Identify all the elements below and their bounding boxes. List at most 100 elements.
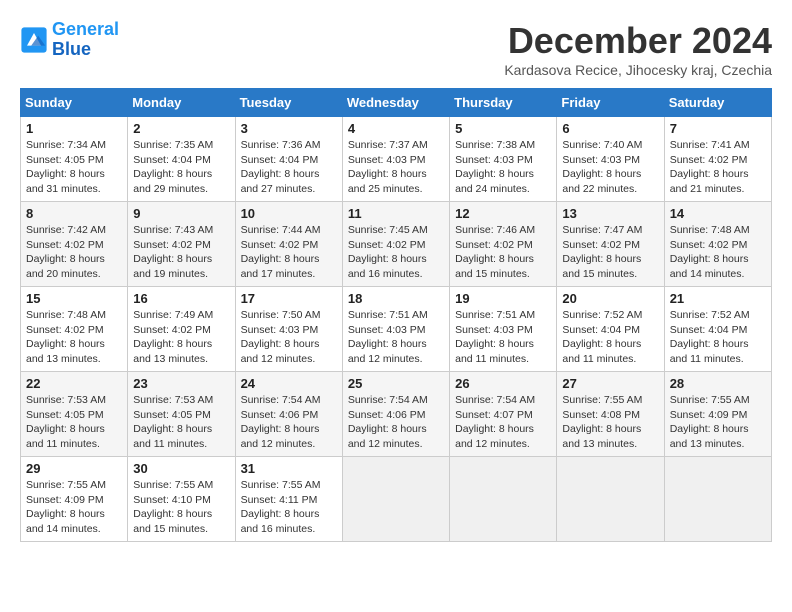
logo-text: GeneralBlue	[52, 20, 119, 60]
day-info: Sunrise: 7:55 AMSunset: 4:09 PMDaylight:…	[670, 394, 750, 450]
table-row: 25 Sunrise: 7:54 AMSunset: 4:06 PMDaylig…	[342, 372, 449, 457]
header-sunday: Sunday	[21, 89, 128, 117]
day-info: Sunrise: 7:35 AMSunset: 4:04 PMDaylight:…	[133, 139, 213, 195]
table-row: 20 Sunrise: 7:52 AMSunset: 4:04 PMDaylig…	[557, 287, 664, 372]
day-number: 31	[241, 461, 337, 476]
calendar-week-row: 15 Sunrise: 7:48 AMSunset: 4:02 PMDaylig…	[21, 287, 772, 372]
table-row: 29 Sunrise: 7:55 AMSunset: 4:09 PMDaylig…	[21, 457, 128, 542]
location: Kardasova Recice, Jihocesky kraj, Czechi…	[504, 62, 772, 78]
logo-icon	[20, 26, 48, 54]
table-row: 2 Sunrise: 7:35 AMSunset: 4:04 PMDayligh…	[128, 117, 235, 202]
day-number: 29	[26, 461, 122, 476]
day-number: 11	[348, 206, 444, 221]
day-number: 15	[26, 291, 122, 306]
logo: GeneralBlue	[20, 20, 119, 60]
table-row: 9 Sunrise: 7:43 AMSunset: 4:02 PMDayligh…	[128, 202, 235, 287]
table-row: 16 Sunrise: 7:49 AMSunset: 4:02 PMDaylig…	[128, 287, 235, 372]
day-info: Sunrise: 7:53 AMSunset: 4:05 PMDaylight:…	[133, 394, 213, 450]
header-saturday: Saturday	[664, 89, 771, 117]
table-row: 26 Sunrise: 7:54 AMSunset: 4:07 PMDaylig…	[450, 372, 557, 457]
day-number: 20	[562, 291, 658, 306]
day-info: Sunrise: 7:34 AMSunset: 4:05 PMDaylight:…	[26, 139, 106, 195]
table-row: 17 Sunrise: 7:50 AMSunset: 4:03 PMDaylig…	[235, 287, 342, 372]
day-number: 22	[26, 376, 122, 391]
day-number: 1	[26, 121, 122, 136]
day-info: Sunrise: 7:52 AMSunset: 4:04 PMDaylight:…	[670, 309, 750, 365]
day-number: 14	[670, 206, 766, 221]
day-number: 28	[670, 376, 766, 391]
table-row: 13 Sunrise: 7:47 AMSunset: 4:02 PMDaylig…	[557, 202, 664, 287]
table-row: 27 Sunrise: 7:55 AMSunset: 4:08 PMDaylig…	[557, 372, 664, 457]
table-row: 8 Sunrise: 7:42 AMSunset: 4:02 PMDayligh…	[21, 202, 128, 287]
calendar-table: Sunday Monday Tuesday Wednesday Thursday…	[20, 88, 772, 542]
day-info: Sunrise: 7:51 AMSunset: 4:03 PMDaylight:…	[455, 309, 535, 365]
day-info: Sunrise: 7:41 AMSunset: 4:02 PMDaylight:…	[670, 139, 750, 195]
day-number: 9	[133, 206, 229, 221]
table-row: 18 Sunrise: 7:51 AMSunset: 4:03 PMDaylig…	[342, 287, 449, 372]
day-info: Sunrise: 7:53 AMSunset: 4:05 PMDaylight:…	[26, 394, 106, 450]
day-number: 3	[241, 121, 337, 136]
table-row: 11 Sunrise: 7:45 AMSunset: 4:02 PMDaylig…	[342, 202, 449, 287]
table-row: 4 Sunrise: 7:37 AMSunset: 4:03 PMDayligh…	[342, 117, 449, 202]
table-row: 15 Sunrise: 7:48 AMSunset: 4:02 PMDaylig…	[21, 287, 128, 372]
calendar-header-row: Sunday Monday Tuesday Wednesday Thursday…	[21, 89, 772, 117]
calendar-week-row: 22 Sunrise: 7:53 AMSunset: 4:05 PMDaylig…	[21, 372, 772, 457]
table-row	[450, 457, 557, 542]
day-info: Sunrise: 7:48 AMSunset: 4:02 PMDaylight:…	[670, 224, 750, 280]
table-row: 10 Sunrise: 7:44 AMSunset: 4:02 PMDaylig…	[235, 202, 342, 287]
table-row: 21 Sunrise: 7:52 AMSunset: 4:04 PMDaylig…	[664, 287, 771, 372]
day-info: Sunrise: 7:38 AMSunset: 4:03 PMDaylight:…	[455, 139, 535, 195]
day-info: Sunrise: 7:36 AMSunset: 4:04 PMDaylight:…	[241, 139, 321, 195]
day-number: 17	[241, 291, 337, 306]
table-row: 14 Sunrise: 7:48 AMSunset: 4:02 PMDaylig…	[664, 202, 771, 287]
title-block: December 2024 Kardasova Recice, Jihocesk…	[504, 20, 772, 78]
calendar-week-row: 29 Sunrise: 7:55 AMSunset: 4:09 PMDaylig…	[21, 457, 772, 542]
day-info: Sunrise: 7:42 AMSunset: 4:02 PMDaylight:…	[26, 224, 106, 280]
table-row	[557, 457, 664, 542]
day-number: 7	[670, 121, 766, 136]
day-number: 27	[562, 376, 658, 391]
header-monday: Monday	[128, 89, 235, 117]
day-info: Sunrise: 7:44 AMSunset: 4:02 PMDaylight:…	[241, 224, 321, 280]
header-friday: Friday	[557, 89, 664, 117]
day-number: 19	[455, 291, 551, 306]
day-info: Sunrise: 7:54 AMSunset: 4:06 PMDaylight:…	[348, 394, 428, 450]
table-row: 23 Sunrise: 7:53 AMSunset: 4:05 PMDaylig…	[128, 372, 235, 457]
day-number: 10	[241, 206, 337, 221]
day-number: 16	[133, 291, 229, 306]
day-number: 12	[455, 206, 551, 221]
table-row: 5 Sunrise: 7:38 AMSunset: 4:03 PMDayligh…	[450, 117, 557, 202]
day-number: 13	[562, 206, 658, 221]
day-number: 25	[348, 376, 444, 391]
day-info: Sunrise: 7:46 AMSunset: 4:02 PMDaylight:…	[455, 224, 535, 280]
table-row: 7 Sunrise: 7:41 AMSunset: 4:02 PMDayligh…	[664, 117, 771, 202]
day-number: 30	[133, 461, 229, 476]
day-number: 2	[133, 121, 229, 136]
month-year: December 2024	[504, 20, 772, 62]
day-info: Sunrise: 7:55 AMSunset: 4:10 PMDaylight:…	[133, 479, 213, 535]
day-info: Sunrise: 7:48 AMSunset: 4:02 PMDaylight:…	[26, 309, 106, 365]
header-thursday: Thursday	[450, 89, 557, 117]
day-info: Sunrise: 7:37 AMSunset: 4:03 PMDaylight:…	[348, 139, 428, 195]
table-row: 28 Sunrise: 7:55 AMSunset: 4:09 PMDaylig…	[664, 372, 771, 457]
table-row: 12 Sunrise: 7:46 AMSunset: 4:02 PMDaylig…	[450, 202, 557, 287]
day-info: Sunrise: 7:55 AMSunset: 4:08 PMDaylight:…	[562, 394, 642, 450]
table-row: 22 Sunrise: 7:53 AMSunset: 4:05 PMDaylig…	[21, 372, 128, 457]
day-number: 4	[348, 121, 444, 136]
day-info: Sunrise: 7:47 AMSunset: 4:02 PMDaylight:…	[562, 224, 642, 280]
day-number: 6	[562, 121, 658, 136]
day-info: Sunrise: 7:54 AMSunset: 4:07 PMDaylight:…	[455, 394, 535, 450]
day-info: Sunrise: 7:49 AMSunset: 4:02 PMDaylight:…	[133, 309, 213, 365]
header-tuesday: Tuesday	[235, 89, 342, 117]
day-info: Sunrise: 7:54 AMSunset: 4:06 PMDaylight:…	[241, 394, 321, 450]
day-info: Sunrise: 7:51 AMSunset: 4:03 PMDaylight:…	[348, 309, 428, 365]
day-info: Sunrise: 7:52 AMSunset: 4:04 PMDaylight:…	[562, 309, 642, 365]
day-number: 23	[133, 376, 229, 391]
day-number: 24	[241, 376, 337, 391]
day-info: Sunrise: 7:50 AMSunset: 4:03 PMDaylight:…	[241, 309, 321, 365]
day-info: Sunrise: 7:45 AMSunset: 4:02 PMDaylight:…	[348, 224, 428, 280]
table-row: 31 Sunrise: 7:55 AMSunset: 4:11 PMDaylig…	[235, 457, 342, 542]
table-row: 1 Sunrise: 7:34 AMSunset: 4:05 PMDayligh…	[21, 117, 128, 202]
page-header: GeneralBlue December 2024 Kardasova Reci…	[20, 20, 772, 78]
table-row: 24 Sunrise: 7:54 AMSunset: 4:06 PMDaylig…	[235, 372, 342, 457]
